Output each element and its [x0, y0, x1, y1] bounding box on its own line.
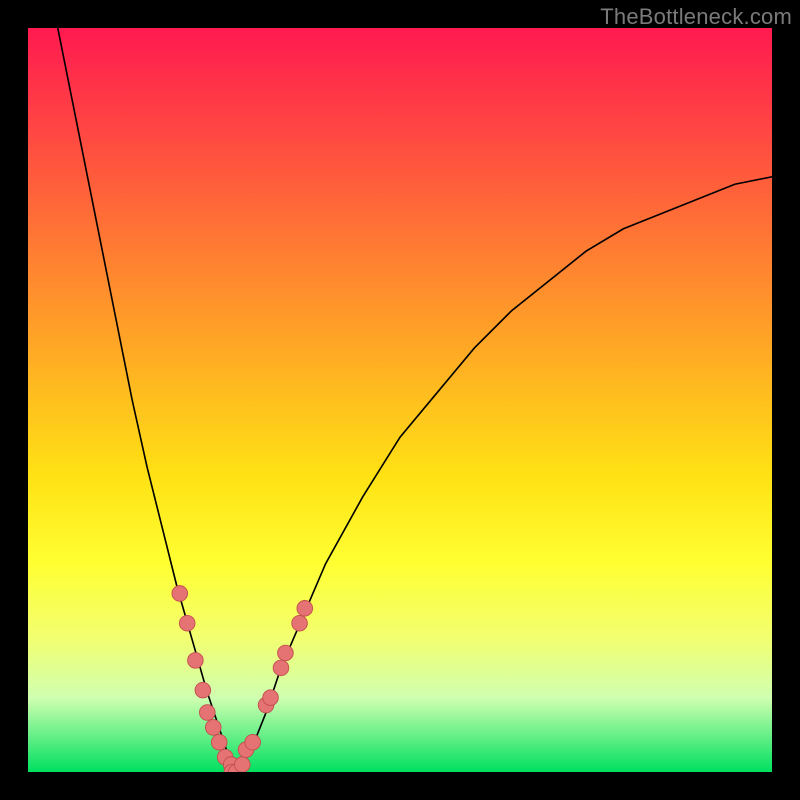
marker-group	[172, 586, 313, 772]
right-branch-path	[236, 177, 772, 772]
chart-frame: TheBottleneck.com	[0, 0, 800, 800]
chart-svg	[28, 28, 772, 772]
marker-dot	[199, 705, 215, 721]
marker-dot	[188, 653, 204, 669]
watermark-text: TheBottleneck.com	[600, 4, 792, 30]
marker-dot	[278, 645, 294, 661]
marker-dot	[179, 615, 195, 631]
marker-dot	[263, 690, 279, 706]
plot-area	[28, 28, 772, 772]
marker-dot	[195, 682, 211, 698]
marker-dot	[297, 601, 313, 617]
left-branch-path	[58, 28, 237, 772]
marker-dot	[234, 757, 250, 772]
marker-dot	[172, 586, 188, 602]
marker-dot	[205, 720, 221, 736]
marker-dot	[292, 615, 308, 631]
curve-group	[58, 28, 772, 772]
marker-dot	[245, 734, 261, 750]
marker-dot	[273, 660, 289, 676]
marker-dot	[211, 734, 227, 750]
